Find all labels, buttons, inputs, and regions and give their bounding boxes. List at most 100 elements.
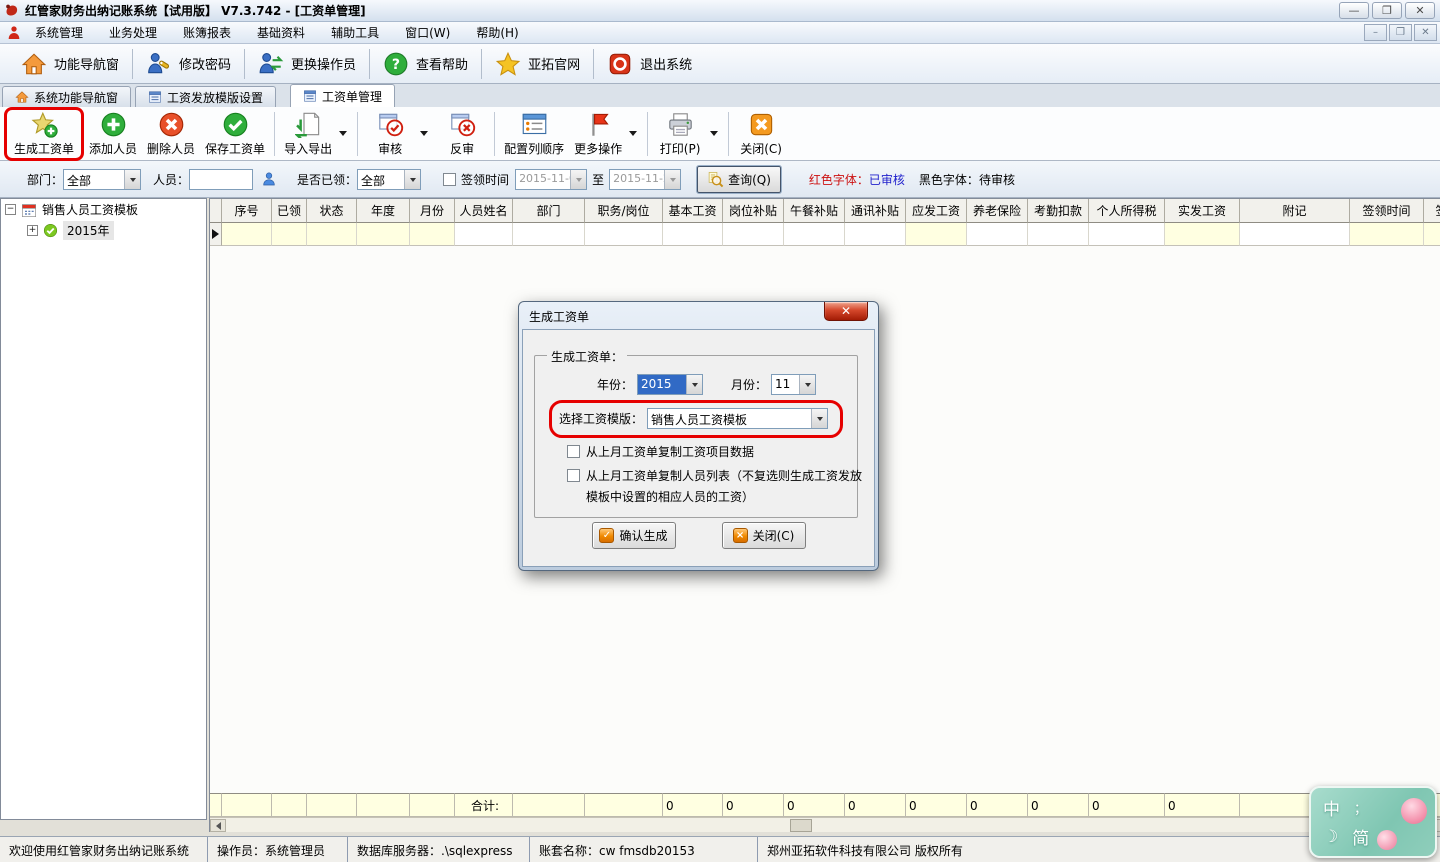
collapse-icon[interactable]: −: [5, 204, 16, 215]
restore-button[interactable]: ❐: [1372, 2, 1402, 19]
dropdown-arrow-icon[interactable]: [339, 131, 347, 136]
view-help-button[interactable]: ?查看帮助: [370, 47, 481, 81]
received-dropdown-button[interactable]: [404, 170, 420, 189]
close-button[interactable]: 关闭(C): [733, 110, 789, 158]
mdi-minimize-button[interactable]: –: [1364, 24, 1387, 41]
column-header-18[interactable]: 签领时间: [1350, 199, 1424, 223]
column-header-0[interactable]: 序号: [222, 199, 272, 223]
menu-basic-data[interactable]: 基础资料: [244, 22, 318, 43]
entry-cell-5[interactable]: [455, 223, 513, 246]
exit-system-button[interactable]: 退出系统: [594, 47, 705, 81]
tree-year-item[interactable]: + 2015年: [1, 220, 206, 241]
save-payslip-button[interactable]: 保存工资单: [200, 110, 270, 158]
ime-punctuation-indicator[interactable]: ；: [1354, 798, 1367, 817]
copy-persons-checkbox[interactable]: [567, 469, 580, 482]
yatuo-website-button[interactable]: 亚拓官网: [482, 47, 593, 81]
year-combobox[interactable]: 2015: [637, 374, 703, 395]
dept-combobox[interactable]: 全部: [63, 169, 141, 190]
sign-time-checkbox[interactable]: [443, 173, 456, 186]
entry-cell-0[interactable]: [222, 223, 272, 246]
copy-items-option[interactable]: 从上月工资单复制工资项目数据: [567, 442, 864, 463]
mdi-close-button[interactable]: ✕: [1414, 24, 1437, 41]
ime-language-indicator[interactable]: 中: [1323, 795, 1340, 820]
expand-icon[interactable]: +: [27, 225, 38, 236]
column-header-2[interactable]: 状态: [307, 199, 357, 223]
column-header-5[interactable]: 人员姓名: [455, 199, 513, 223]
entry-cell-8[interactable]: [663, 223, 723, 246]
entry-cell-9[interactable]: [723, 223, 784, 246]
column-header-14[interactable]: 考勤扣款: [1028, 199, 1089, 223]
entry-cell-19[interactable]: [1424, 223, 1440, 246]
template-combobox[interactable]: 销售人员工资模板: [647, 408, 828, 429]
date-to-picker[interactable]: 2015-11-27: [609, 169, 681, 190]
column-header-11[interactable]: 通讯补贴: [845, 199, 906, 223]
unaudit-button[interactable]: 反审: [434, 110, 490, 158]
entry-cell-16[interactable]: [1165, 223, 1240, 246]
change-password-button[interactable]: 修改密码: [133, 47, 244, 81]
column-header-7[interactable]: 职务/岗位: [585, 199, 663, 223]
menu-account-reports[interactable]: 账簿报表: [170, 22, 244, 43]
menu-business-processing[interactable]: 业务处理: [96, 22, 170, 43]
entry-cell-4[interactable]: [410, 223, 455, 246]
entry-cell-7[interactable]: [585, 223, 663, 246]
tree-root-label[interactable]: 销售人员工资模板: [42, 201, 138, 218]
column-header-16[interactable]: 实发工资: [1165, 199, 1240, 223]
column-header-15[interactable]: 个人所得税: [1089, 199, 1165, 223]
date-from-dropdown-button[interactable]: [570, 170, 586, 189]
mdi-restore-button[interactable]: ❐: [1389, 24, 1412, 41]
column-header-6[interactable]: 部门: [513, 199, 585, 223]
entry-cell-6[interactable]: [513, 223, 585, 246]
column-header-13[interactable]: 养老保险: [967, 199, 1028, 223]
generate-payslip-button[interactable]: 生成工资单: [9, 110, 79, 158]
column-header-1[interactable]: 已领: [272, 199, 307, 223]
delete-person-button[interactable]: 删除人员: [142, 110, 200, 158]
tab-payslip-management[interactable]: 工资单管理: [290, 84, 395, 107]
query-button[interactable]: 查询(Q): [697, 166, 781, 193]
template-dropdown-button[interactable]: [811, 409, 827, 428]
date-to-dropdown-button[interactable]: [664, 170, 680, 189]
dropdown-arrow-icon[interactable]: [710, 131, 718, 136]
menu-system-management[interactable]: 系统管理: [22, 22, 96, 43]
entry-cell-1[interactable]: [272, 223, 307, 246]
tab-salary-template-setup[interactable]: 工资发放模版设置: [135, 86, 276, 107]
import-export-button[interactable]: 导入导出: [279, 110, 337, 158]
person-input[interactable]: [189, 169, 253, 190]
configure-columns-button[interactable]: 配置列顺序: [499, 110, 569, 158]
switch-operator-button[interactable]: 更换操作员: [245, 47, 369, 81]
ime-moon-icon[interactable]: ☽: [1323, 827, 1338, 847]
year-dropdown-button[interactable]: [686, 375, 702, 394]
scroll-left-button[interactable]: [210, 819, 226, 832]
entry-cell-10[interactable]: [784, 223, 845, 246]
dialog-close-button[interactable]: ✕: [824, 302, 868, 321]
copy-items-checkbox[interactable]: [567, 445, 580, 458]
audit-button[interactable]: 审核: [362, 110, 418, 158]
month-dropdown-button[interactable]: [799, 375, 815, 394]
dropdown-arrow-icon[interactable]: [420, 131, 428, 136]
entry-cell-12[interactable]: [906, 223, 967, 246]
add-person-button[interactable]: 添加人员: [84, 110, 142, 158]
entry-cell-11[interactable]: [845, 223, 906, 246]
more-actions-button[interactable]: 更多操作: [569, 110, 627, 158]
tab-system-nav[interactable]: 系统功能导航窗: [2, 86, 131, 107]
minimize-button[interactable]: —: [1339, 2, 1369, 19]
scrollbar-thumb[interactable]: [790, 819, 812, 832]
tree-year-label[interactable]: 2015年: [63, 221, 114, 240]
column-header-17[interactable]: 附记: [1240, 199, 1350, 223]
column-header-12[interactable]: 应发工资: [906, 199, 967, 223]
horizontal-scrollbar[interactable]: [210, 817, 1440, 832]
column-header-19[interactable]: 签领人: [1424, 199, 1440, 223]
nav-window-button[interactable]: 功能导航窗: [8, 47, 132, 81]
dept-dropdown-button[interactable]: [124, 170, 140, 189]
date-from-picker[interactable]: 2015-11-01: [515, 169, 587, 190]
person-icon[interactable]: [261, 171, 277, 187]
close-window-button[interactable]: ✕: [1405, 2, 1435, 19]
column-header-8[interactable]: 基本工资: [663, 199, 723, 223]
month-combobox[interactable]: 11: [771, 374, 816, 395]
menu-help[interactable]: 帮助(H): [463, 22, 531, 43]
column-header-4[interactable]: 月份: [410, 199, 455, 223]
dropdown-arrow-icon[interactable]: [629, 131, 637, 136]
print-button[interactable]: 打印(P): [652, 110, 708, 158]
column-header-9[interactable]: 岗位补贴: [723, 199, 784, 223]
column-header-10[interactable]: 午餐补贴: [784, 199, 845, 223]
ime-panel[interactable]: 中 ； ☽ 简: [1309, 786, 1437, 858]
